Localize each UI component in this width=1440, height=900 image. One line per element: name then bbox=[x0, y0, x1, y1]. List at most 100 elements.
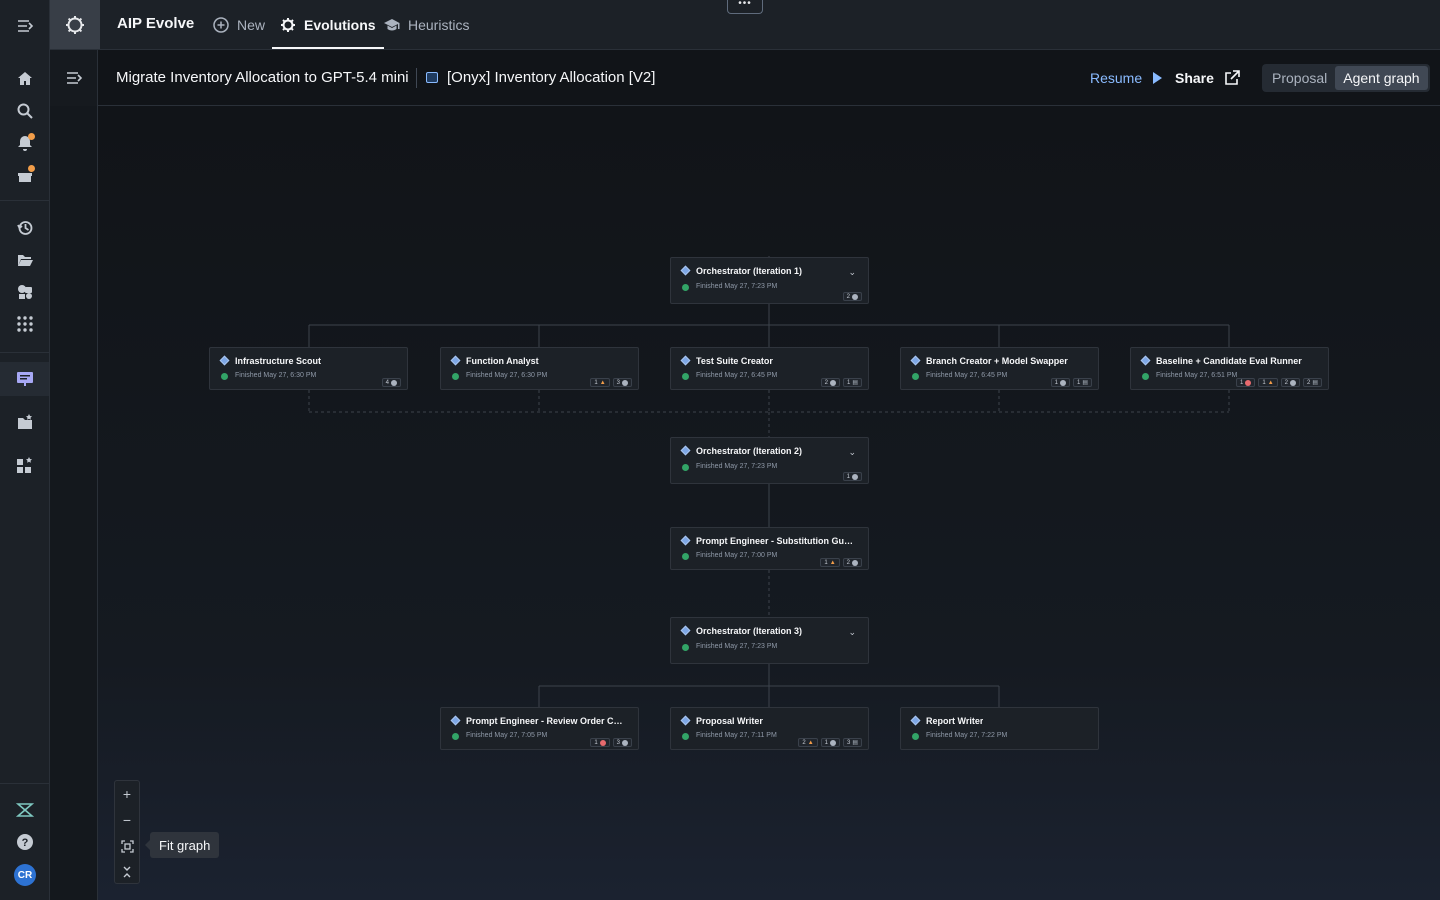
view-proposal-button[interactable]: Proposal bbox=[1264, 66, 1335, 90]
info-badge: 1 bbox=[842, 472, 862, 481]
tab-heuristics-label: Heuristics bbox=[408, 16, 470, 33]
agent-icon bbox=[680, 625, 691, 636]
zoom-in-button[interactable]: + bbox=[115, 781, 139, 807]
info-badge: 1 bbox=[820, 738, 840, 747]
notification-dot bbox=[28, 133, 35, 140]
graph-node-function-analyst[interactable]: Function Analyst Finished May 27, 6:30 P… bbox=[440, 347, 639, 390]
panel-toggle-button[interactable] bbox=[50, 50, 98, 106]
agent-icon bbox=[680, 715, 691, 726]
warning-badge: 1 ▲ bbox=[590, 378, 610, 387]
gift-dot bbox=[28, 165, 35, 172]
node-title: Test Suite Creator bbox=[696, 356, 773, 366]
graph-node-test-suite-creator[interactable]: Test Suite Creator Finished May 27, 6:45… bbox=[670, 347, 869, 390]
artifact-badge: 1 ▤ bbox=[1072, 378, 1092, 387]
share-button[interactable]: Share bbox=[1175, 70, 1240, 86]
tab-new[interactable]: New bbox=[213, 0, 265, 49]
graph-node-eval-runner[interactable]: Baseline + Candidate Eval Runner Finishe… bbox=[1130, 347, 1329, 390]
chevron-down-icon[interactable]: ⌄ bbox=[848, 627, 856, 638]
widgets-icon[interactable] bbox=[13, 453, 37, 477]
error-badge: 1 bbox=[1236, 378, 1256, 387]
node-title: Prompt Engineer - Substitution Guardr... bbox=[696, 536, 856, 546]
external-link-icon bbox=[1225, 70, 1240, 85]
status-success-icon bbox=[912, 373, 919, 380]
agent-icon bbox=[680, 265, 691, 276]
tab-evolutions[interactable]: Evolutions bbox=[272, 0, 384, 49]
info-badge: 3 bbox=[612, 378, 632, 387]
home-icon[interactable] bbox=[13, 67, 37, 91]
node-status: Finished May 27, 7:05 PM bbox=[466, 732, 548, 739]
status-success-icon bbox=[452, 373, 459, 380]
node-title: Baseline + Candidate Eval Runner bbox=[1156, 356, 1302, 366]
gift-icon[interactable] bbox=[13, 163, 37, 187]
top-bar: AIP Evolve New Evolutions Heuristics ••• bbox=[50, 0, 1440, 50]
node-title: Orchestrator (Iteration 1) bbox=[696, 266, 803, 276]
agent-icon bbox=[910, 355, 921, 366]
more-options-button[interactable]: ••• bbox=[727, 0, 763, 14]
status-success-icon bbox=[452, 733, 459, 740]
info-badge: 1 bbox=[1050, 378, 1070, 387]
app-logo-icon[interactable] bbox=[50, 0, 100, 49]
folder-star-icon[interactable] bbox=[13, 410, 37, 434]
view-toggle: Proposal Agent graph bbox=[1262, 64, 1430, 92]
graph-node-branch-creator[interactable]: Branch Creator + Model Swapper Finished … bbox=[900, 347, 1099, 390]
menu-icon[interactable] bbox=[13, 14, 37, 38]
tab-evolutions-label: Evolutions bbox=[304, 16, 376, 33]
search-icon[interactable] bbox=[13, 99, 37, 123]
shapes-icon[interactable] bbox=[13, 280, 37, 304]
user-avatar[interactable]: CR bbox=[14, 864, 36, 886]
history-icon[interactable] bbox=[13, 216, 37, 240]
graph-canvas[interactable] bbox=[98, 106, 1440, 900]
node-status: Finished May 27, 7:00 PM bbox=[696, 552, 778, 559]
node-status: Finished May 27, 7:23 PM bbox=[696, 463, 778, 470]
play-icon bbox=[1153, 72, 1163, 84]
notifications-icon[interactable] bbox=[13, 131, 37, 155]
warning-badge: 2 ▲ bbox=[798, 738, 818, 747]
tab-heuristics[interactable]: Heuristics bbox=[384, 0, 469, 49]
node-title: Report Writer bbox=[926, 716, 984, 726]
graph-node-prompt-engineer-review[interactable]: Prompt Engineer - Review Order Com... Fi… bbox=[440, 707, 639, 750]
agent-icon bbox=[680, 535, 691, 546]
graph-node-orchestrator-1[interactable]: Orchestrator (Iteration 1) ⌄ Finished Ma… bbox=[670, 257, 869, 304]
fit-graph-button[interactable] bbox=[115, 833, 139, 859]
presentation-icon[interactable] bbox=[13, 367, 37, 391]
apps-grid-icon[interactable] bbox=[13, 312, 37, 336]
status-success-icon bbox=[682, 644, 689, 651]
panel-collapse-icon bbox=[66, 72, 82, 84]
node-status: Finished May 27, 6:45 PM bbox=[696, 372, 778, 379]
chevron-down-icon[interactable]: ⌄ bbox=[848, 447, 856, 458]
node-status: Finished May 27, 7:23 PM bbox=[696, 283, 778, 290]
chevron-down-icon[interactable]: ⌄ bbox=[848, 267, 856, 278]
graph-node-orchestrator-2[interactable]: Orchestrator (Iteration 2) ⌄ Finished Ma… bbox=[670, 437, 869, 484]
zoom-out-button[interactable]: − bbox=[115, 807, 139, 833]
evolution-title[interactable]: Migrate Inventory Allocation to GPT-5.4 … bbox=[116, 69, 409, 86]
collapse-icon bbox=[123, 866, 131, 878]
graph-node-report-writer[interactable]: Report Writer Finished May 27, 7:22 PM bbox=[900, 707, 1099, 750]
node-title: Branch Creator + Model Swapper bbox=[926, 356, 1068, 366]
collapsed-side-panel bbox=[50, 106, 98, 900]
logo-mark-icon[interactable] bbox=[13, 798, 37, 822]
help-icon[interactable]: ? bbox=[13, 830, 37, 854]
agent-icon bbox=[450, 715, 461, 726]
graph-node-proposal-writer[interactable]: Proposal Writer Finished May 27, 7:11 PM… bbox=[670, 707, 869, 750]
status-success-icon bbox=[1142, 373, 1149, 380]
node-title: Proposal Writer bbox=[696, 716, 763, 726]
node-status: Finished May 27, 6:51 PM bbox=[1156, 372, 1238, 379]
info-badge: 2 bbox=[820, 378, 840, 387]
view-agent-graph-button[interactable]: Agent graph bbox=[1335, 66, 1428, 90]
page-header: Migrate Inventory Allocation to GPT-5.4 … bbox=[98, 50, 1440, 106]
node-title: Infrastructure Scout bbox=[235, 356, 322, 366]
status-success-icon bbox=[682, 464, 689, 471]
fit-graph-tooltip: Fit graph bbox=[144, 832, 220, 858]
graph-node-prompt-engineer-substitution[interactable]: Prompt Engineer - Substitution Guardr...… bbox=[670, 527, 869, 570]
artifact-badge: 3 ▤ bbox=[842, 738, 862, 747]
collapse-all-button[interactable] bbox=[115, 859, 139, 885]
artifact-badge: 1 ▤ bbox=[842, 378, 862, 387]
resource-title[interactable]: [Onyx] Inventory Allocation [V2] bbox=[447, 69, 655, 86]
folder-open-icon[interactable] bbox=[13, 248, 37, 272]
graph-node-orchestrator-3[interactable]: Orchestrator (Iteration 3) ⌄ Finished Ma… bbox=[670, 617, 869, 664]
agent-icon bbox=[219, 355, 230, 366]
node-title: Orchestrator (Iteration 2) bbox=[696, 446, 803, 456]
graph-node-infrastructure-scout[interactable]: Infrastructure Scout Finished May 27, 6:… bbox=[209, 347, 408, 390]
resume-button[interactable]: Resume bbox=[1090, 70, 1163, 86]
node-status: Finished May 27, 6:45 PM bbox=[926, 372, 1008, 379]
